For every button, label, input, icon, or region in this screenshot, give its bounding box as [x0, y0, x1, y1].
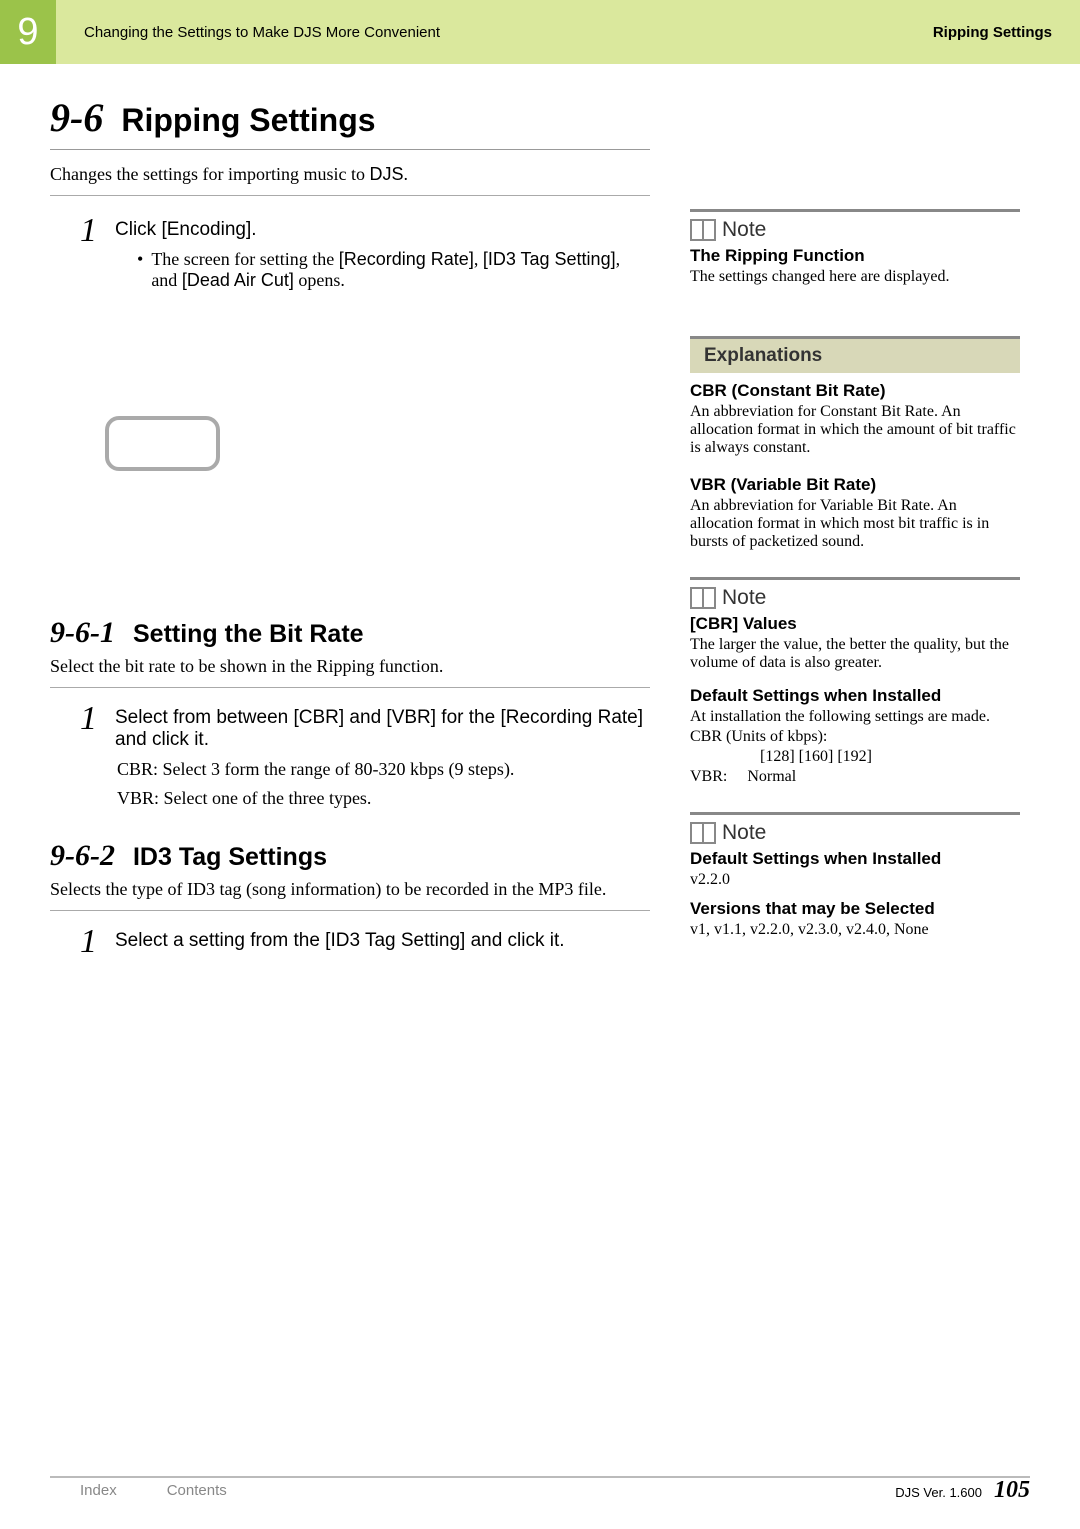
note-icon: [690, 219, 716, 241]
note-body: v1, v1.1, v2.2.0, v2.3.0, v2.4.0, None: [690, 921, 1020, 939]
note-icon: [690, 822, 716, 844]
note-box-ripping-function: Note The Ripping Function The settings c…: [690, 209, 1020, 286]
note-header: Note: [690, 209, 1020, 242]
note-subtitle: Versions that may be Selected: [690, 899, 1020, 919]
step-instruction: Click [Encoding].: [115, 219, 650, 241]
step-body: Select from between [CBR] and [VBR] for …: [115, 702, 650, 809]
section-description: Changes the settings for importing music…: [50, 164, 650, 196]
note-body: The larger the value, the better the qua…: [690, 636, 1020, 672]
content: 9-6 Ripping Settings Changes the setting…: [0, 64, 1080, 967]
step-bullet: • The screen for setting the [Recording …: [115, 249, 650, 291]
note-body: At installation the following settings a…: [690, 708, 1020, 726]
step-body: Select a setting from the [ID3 Tag Setti…: [115, 925, 650, 959]
header-breadcrumb: Changing the Settings to Make DJS More C…: [84, 24, 440, 41]
step-instruction: Select from between [CBR] and [VBR] for …: [115, 707, 650, 751]
footer-divider: [50, 1476, 1030, 1478]
page-number: 105: [994, 1477, 1030, 1504]
subsection-1-title: 9-6-1 Setting the Bit Rate: [50, 616, 650, 650]
step-number: 1: [80, 925, 97, 959]
bullet-marker: •: [137, 249, 143, 291]
header-section-title: Ripping Settings: [933, 24, 1052, 41]
contents-link[interactable]: Contents: [147, 1482, 227, 1499]
step-detail: CBR: Select 3 form the range of 80-320 k…: [117, 759, 650, 780]
explanation-title-cbr: CBR (Constant Bit Rate): [690, 381, 1020, 401]
explanations-box: Explanations CBR (Constant Bit Rate) An …: [690, 336, 1020, 551]
section-name: Ripping Settings: [121, 102, 375, 139]
note-icon: [690, 587, 716, 609]
subsection-number: 9-6-1: [50, 616, 115, 650]
explanation-body-vbr: An abbreviation for Variable Bit Rate. A…: [690, 497, 1020, 551]
subsec1-step-1: 1 Select from between [CBR] and [VBR] fo…: [50, 702, 650, 809]
step-detail: VBR: Select one of the three types.: [117, 788, 650, 809]
note-body: [128] [160] [192]: [690, 748, 1020, 766]
index-link[interactable]: Index: [50, 1482, 117, 1499]
image-placeholder: [105, 416, 220, 471]
subsection-2-title: 9-6-2 ID3 Tag Settings: [50, 839, 650, 873]
step-1: 1 Click [Encoding]. • The screen for set…: [50, 214, 650, 291]
note-label: Note: [722, 821, 766, 845]
page-footer: Index Contents DJS Ver. 1.600 105: [0, 1482, 1080, 1499]
subsec2-step-1: 1 Select a setting from the [ID3 Tag Set…: [50, 925, 650, 959]
note-subtitle: [CBR] Values: [690, 614, 1020, 634]
step-body: Click [Encoding]. • The screen for setti…: [115, 214, 650, 291]
note-label: Note: [722, 586, 766, 610]
subsection-1-description: Select the bit rate to be shown in the R…: [50, 656, 650, 688]
step-instruction: Select a setting from the [ID3 Tag Setti…: [115, 930, 650, 952]
explanations-header: Explanations: [690, 336, 1020, 373]
note-box-cbr-values: Note [CBR] Values The larger the value, …: [690, 577, 1020, 786]
note-body: The settings changed here are displayed.: [690, 268, 1020, 286]
subsection-2-description: Selects the type of ID3 tag (song inform…: [50, 879, 650, 911]
subsection-name: Setting the Bit Rate: [133, 620, 364, 649]
note-subtitle: Default Settings when Installed: [690, 849, 1020, 869]
footer-right: DJS Ver. 1.600 105: [895, 1477, 1030, 1504]
section-number: 9-6: [50, 94, 103, 141]
sidebar-column: Note The Ripping Function The settings c…: [690, 94, 1020, 967]
note-label: Note: [722, 218, 766, 242]
subsection-name: ID3 Tag Settings: [133, 843, 327, 872]
note-body: v2.2.0: [690, 871, 1020, 889]
note-subtitle: Default Settings when Installed: [690, 686, 1020, 706]
explanation-body-cbr: An abbreviation for Constant Bit Rate. A…: [690, 403, 1020, 457]
explanation-title-vbr: VBR (Variable Bit Rate): [690, 475, 1020, 495]
note-body: CBR (Units of kbps):: [690, 728, 1020, 746]
note-box-id3: Note Default Settings when Installed v2.…: [690, 812, 1020, 939]
step-number: 1: [80, 214, 97, 291]
step-number: 1: [80, 702, 97, 809]
page-header: 9 Changing the Settings to Make DJS More…: [0, 0, 1080, 64]
note-header: Note: [690, 577, 1020, 610]
version-label: DJS Ver. 1.600: [895, 1485, 982, 1500]
subsection-number: 9-6-2: [50, 839, 115, 873]
chapter-number: 9: [0, 0, 56, 64]
main-column: 9-6 Ripping Settings Changes the setting…: [50, 94, 690, 967]
note-header: Note: [690, 812, 1020, 845]
section-title: 9-6 Ripping Settings: [50, 94, 650, 150]
note-subtitle: The Ripping Function: [690, 246, 1020, 266]
note-body: VBR: Normal: [690, 768, 1020, 786]
